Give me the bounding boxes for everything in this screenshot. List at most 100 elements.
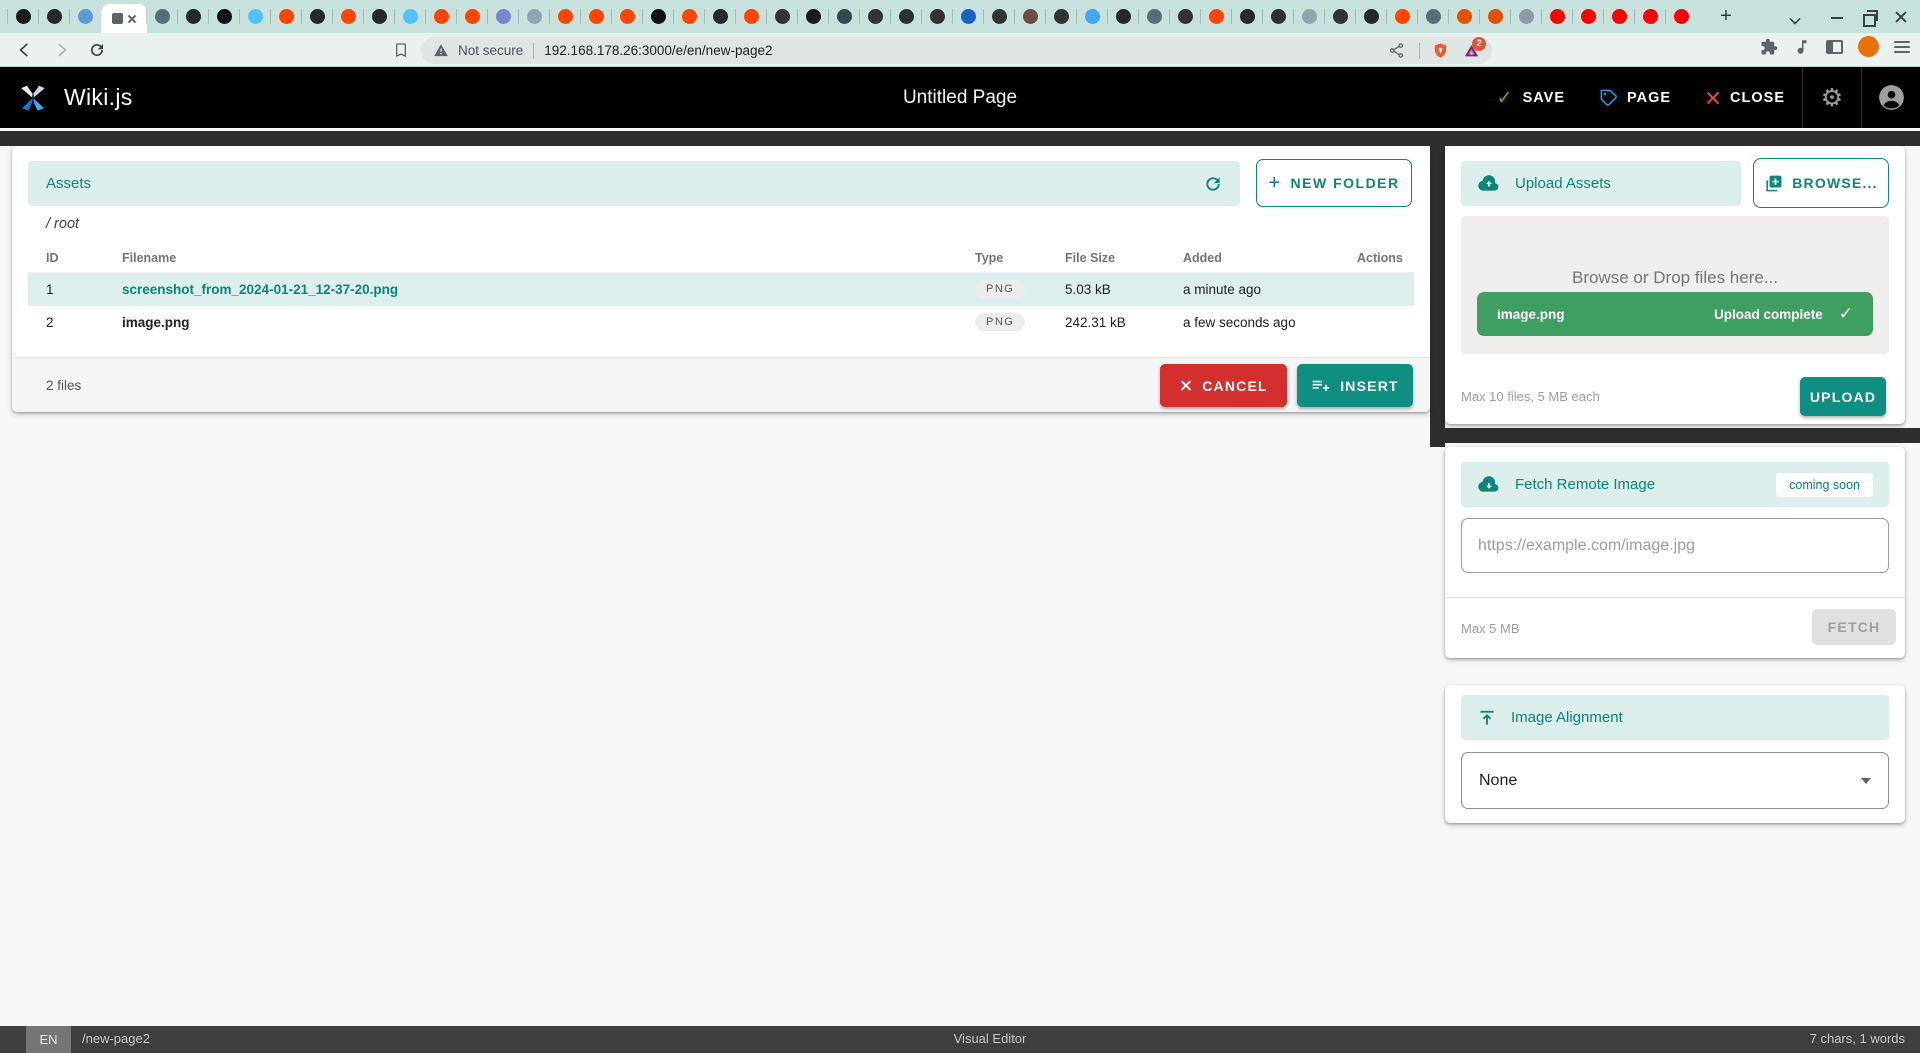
brave-shield-icon[interactable]	[1432, 41, 1449, 60]
bookmark-icon[interactable]	[388, 37, 414, 63]
browser-tab[interactable]	[1418, 0, 1449, 33]
browser-tab[interactable]	[209, 0, 240, 33]
editor-settings-button[interactable]: ⚙	[1803, 67, 1861, 128]
security-label[interactable]: Not secure	[458, 43, 523, 58]
app-brand[interactable]: Wiki.js	[0, 82, 133, 114]
tab-search-chevron-icon[interactable]	[1789, 12, 1801, 24]
remote-url-input[interactable]	[1461, 518, 1889, 573]
browser-tab[interactable]	[829, 0, 860, 33]
browser-profile-avatar[interactable]	[1858, 36, 1879, 57]
locale-chip[interactable]: EN	[26, 1026, 71, 1053]
asset-filename[interactable]: screenshot_from_2024-01-21_12-37-20.png	[122, 282, 975, 297]
browser-tab[interactable]	[39, 0, 70, 33]
browser-tab[interactable]	[674, 0, 705, 33]
browser-tab[interactable]	[1604, 0, 1635, 33]
forward-button[interactable]	[48, 37, 74, 63]
sidebar-toggle-icon[interactable]	[1826, 40, 1843, 54]
browser-tab[interactable]	[240, 0, 271, 33]
share-icon[interactable]	[1388, 42, 1405, 59]
browser-tab[interactable]	[1015, 0, 1046, 33]
browser-tab[interactable]	[333, 0, 364, 33]
browser-tab[interactable]	[101, 4, 147, 33]
browser-tab[interactable]	[1542, 0, 1573, 33]
close-editor-button[interactable]: CLOSE	[1688, 67, 1802, 128]
browser-tab[interactable]	[8, 0, 39, 33]
browser-tab[interactable]	[488, 0, 519, 33]
upload-dropzone[interactable]: Browse or Drop files here... image.png U…	[1461, 216, 1889, 354]
browser-tab[interactable]	[1325, 0, 1356, 33]
browser-tab[interactable]	[736, 0, 767, 33]
browser-tab[interactable]	[364, 0, 395, 33]
asset-size: 5.03 kB	[1065, 282, 1183, 297]
asset-row[interactable]: 2 image.png PNG 242.31 kB a few seconds …	[28, 305, 1414, 338]
browser-tab[interactable]	[1480, 0, 1511, 33]
browser-tab[interactable]	[271, 0, 302, 33]
cancel-button[interactable]: CANCEL	[1160, 364, 1287, 407]
browse-button[interactable]: BROWSE...	[1753, 158, 1889, 208]
alignment-select[interactable]: None	[1461, 752, 1889, 809]
browser-tab[interactable]	[1511, 0, 1542, 33]
browser-tab[interactable]	[798, 0, 829, 33]
browser-tab[interactable]	[612, 0, 643, 33]
browser-menu-icon[interactable]	[1894, 41, 1910, 53]
browser-tab[interactable]	[1387, 0, 1418, 33]
browser-tab[interactable]	[457, 0, 488, 33]
page-properties-button[interactable]: PAGE	[1582, 67, 1688, 128]
reload-button[interactable]	[84, 37, 110, 63]
extensions-puzzle-icon[interactable]	[1760, 38, 1778, 56]
address-bar[interactable]: Not secure 192.168.178.26:3000/e/en/new-…	[421, 37, 1492, 64]
window-restore-button[interactable]	[1860, 8, 1878, 26]
asset-row[interactable]: 1 screenshot_from_2024-01-21_12-37-20.pn…	[28, 272, 1414, 305]
fetch-label: FETCH	[1828, 619, 1881, 635]
upload-button[interactable]: UPLOAD	[1800, 377, 1886, 416]
browser-tab[interactable]	[1449, 0, 1480, 33]
save-button[interactable]: ✓ SAVE	[1480, 67, 1582, 128]
browser-tab[interactable]	[147, 0, 178, 33]
browser-tab[interactable]	[1232, 0, 1263, 33]
new-tab-button[interactable]: +	[1714, 5, 1738, 29]
browser-tab[interactable]	[953, 0, 984, 33]
browser-tab[interactable]	[1077, 0, 1108, 33]
browser-tab[interactable]	[1108, 0, 1139, 33]
browser-tab[interactable]	[1356, 0, 1387, 33]
browser-tab[interactable]	[581, 0, 612, 33]
fetch-button[interactable]: FETCH	[1812, 609, 1896, 645]
browser-tab[interactable]	[1170, 0, 1201, 33]
browser-tab[interactable]	[302, 0, 333, 33]
breadcrumb[interactable]: / root	[46, 216, 79, 232]
refresh-button[interactable]	[1198, 169, 1228, 199]
new-folder-button[interactable]: + NEW FOLDER	[1256, 159, 1412, 207]
browser-tab[interactable]	[178, 0, 209, 33]
browser-tab[interactable]	[550, 0, 581, 33]
browser-tab[interactable]	[70, 0, 101, 33]
browser-tab[interactable]	[1201, 0, 1232, 33]
browser-tab[interactable]	[1046, 0, 1077, 33]
page-path[interactable]: /new-page2	[82, 1031, 150, 1046]
asset-filename[interactable]: image.png	[122, 315, 975, 330]
browser-tab[interactable]	[860, 0, 891, 33]
browser-tab[interactable]	[519, 0, 550, 33]
browser-tab[interactable]	[1573, 0, 1604, 33]
back-button[interactable]	[12, 37, 38, 63]
browser-tab[interactable]	[1139, 0, 1170, 33]
window-minimize-button[interactable]	[1828, 8, 1846, 26]
browser-tab[interactable]	[395, 0, 426, 33]
browser-tab[interactable]	[1294, 0, 1325, 33]
browser-tab[interactable]	[1666, 0, 1697, 33]
url-text[interactable]: 192.168.178.26:3000/e/en/new-page2	[544, 43, 1388, 58]
browser-tab[interactable]	[705, 0, 736, 33]
browser-tab[interactable]	[643, 0, 674, 33]
browser-tab[interactable]	[891, 0, 922, 33]
browser-tab[interactable]	[984, 0, 1015, 33]
brave-rewards-icon[interactable]: 2	[1463, 43, 1480, 59]
browser-tab[interactable]	[767, 0, 798, 33]
insert-button[interactable]: INSERT	[1297, 364, 1413, 407]
browser-tab[interactable]	[922, 0, 953, 33]
window-close-button[interactable]	[1892, 8, 1910, 26]
browser-tab[interactable]	[1635, 0, 1666, 33]
browser-tab[interactable]	[1263, 0, 1294, 33]
account-button[interactable]	[1862, 67, 1920, 128]
media-controls-icon[interactable]	[1793, 38, 1811, 56]
tab-close-icon[interactable]	[127, 14, 137, 24]
browser-tab[interactable]	[426, 0, 457, 33]
